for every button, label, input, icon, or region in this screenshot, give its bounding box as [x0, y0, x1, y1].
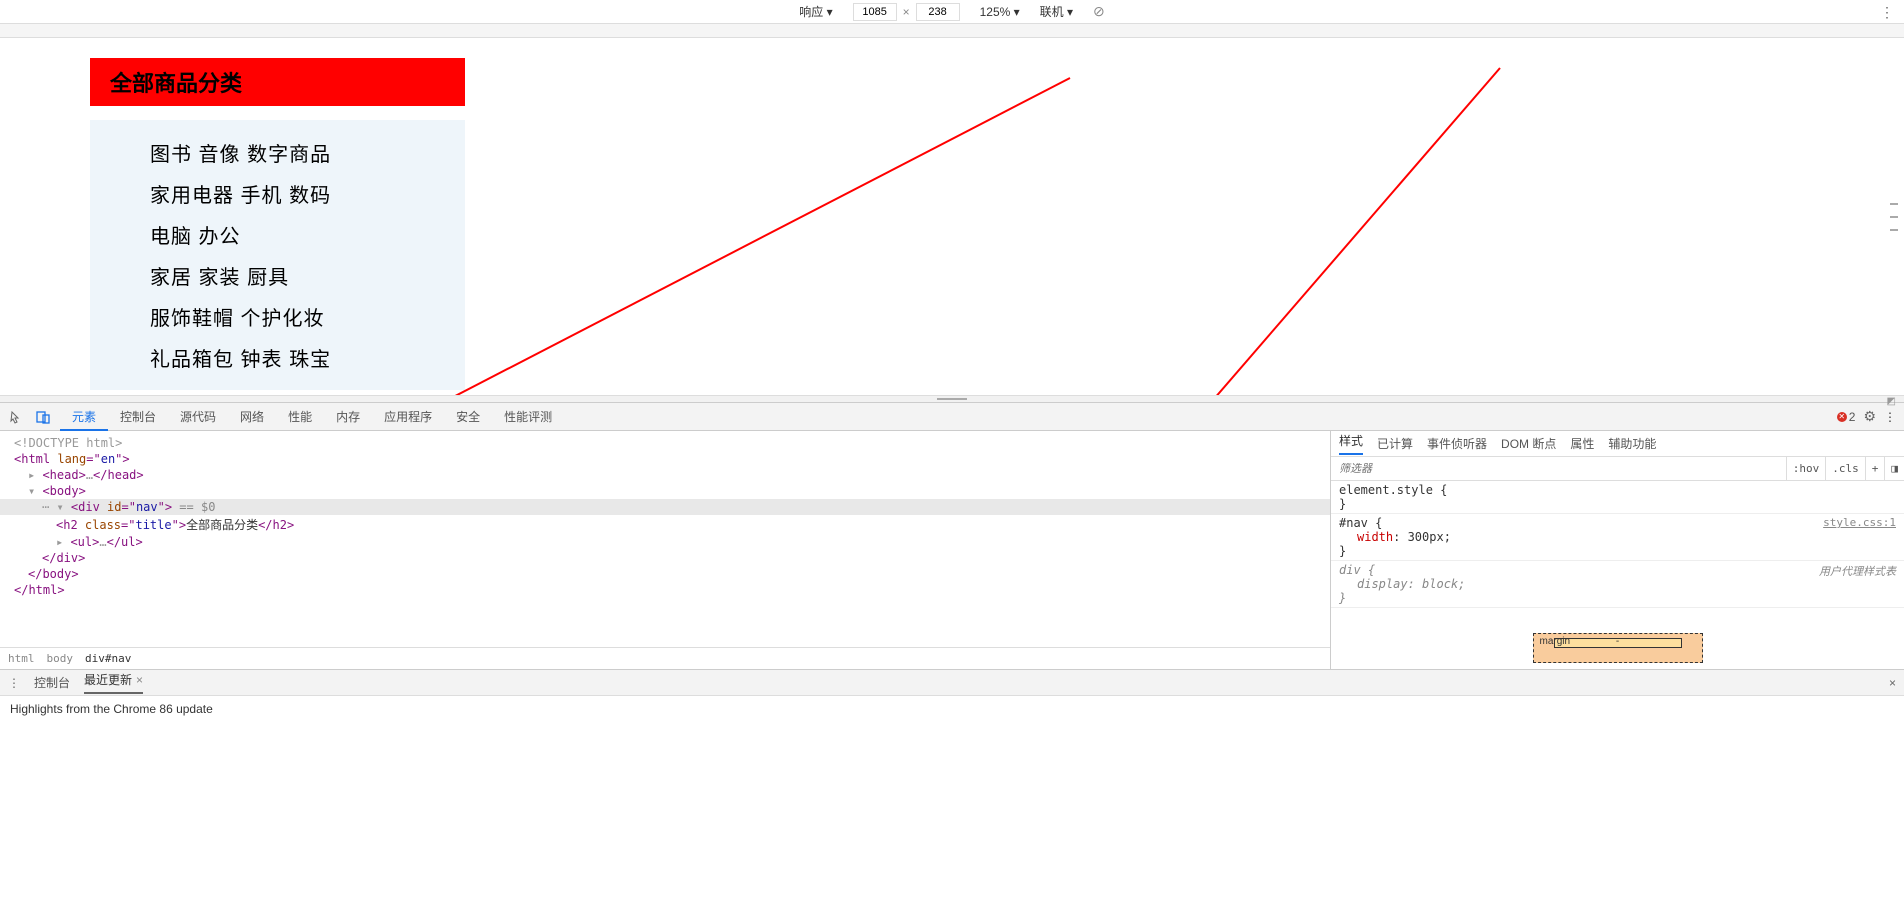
doctype-node[interactable]: <!DOCTYPE html>: [14, 436, 122, 450]
throttle-dropdown[interactable]: 联机 ▾: [1040, 3, 1073, 20]
close-drawer-icon[interactable]: ×: [1889, 676, 1896, 690]
viewport: 全部商品分类 图书 音像 数字商品 家用电器 手机 数码 电脑 办公 家居 家装…: [0, 38, 1904, 395]
stab-a11y[interactable]: 辅助功能: [1608, 435, 1656, 452]
scroll-handle[interactable]: [1890, 203, 1898, 231]
ul-node[interactable]: <ul>: [70, 535, 99, 549]
width-input[interactable]: [853, 3, 897, 21]
list-item: 礼品箱包 钟表 珠宝: [150, 337, 465, 378]
panel-resizer[interactable]: ◩: [0, 395, 1904, 403]
responsive-dropdown[interactable]: 响应 ▾: [799, 3, 832, 20]
height-input[interactable]: [916, 3, 960, 21]
drawer-tab-console[interactable]: 控制台: [34, 674, 70, 691]
stab-dombp[interactable]: DOM 断点: [1501, 435, 1556, 452]
list-item: 电脑 办公: [150, 214, 465, 255]
crumb-html[interactable]: html: [8, 652, 35, 665]
crumb-nav[interactable]: div#nav: [85, 652, 131, 665]
h2-node[interactable]: <h2 class="title">全部商品分类</h2>: [0, 515, 1330, 534]
drawer-tabbar: ⋮ 控制台 最近更新× ×: [0, 670, 1904, 696]
filter-input[interactable]: [1331, 463, 1786, 475]
device-icon[interactable]: [34, 408, 52, 426]
more-icon[interactable]: ⋮: [1880, 4, 1894, 21]
hov-toggle[interactable]: :hov: [1786, 457, 1826, 481]
drawer-menu-icon[interactable]: ⋮: [8, 676, 20, 690]
kebab-icon[interactable]: ⋮: [1884, 410, 1896, 424]
stab-styles[interactable]: 样式: [1339, 432, 1363, 455]
rotate-icon[interactable]: ⊘: [1093, 3, 1105, 20]
rule-nav[interactable]: style.css:1 #nav { width: 300px; }: [1331, 514, 1904, 561]
rule-element-style[interactable]: element.style { }: [1331, 481, 1904, 514]
list-item: 图书 音像 数字商品: [150, 132, 465, 173]
zoom-dropdown[interactable]: 125% ▾: [980, 5, 1020, 19]
ua-label: 用户代理样式表: [1819, 563, 1896, 579]
body-close-node[interactable]: </body>: [28, 567, 79, 581]
body-node[interactable]: <body>: [42, 484, 85, 498]
add-rule-icon[interactable]: +: [1865, 457, 1885, 481]
tab-performance[interactable]: 性能: [276, 403, 324, 431]
box-model: margin -: [1331, 627, 1904, 669]
tab-console[interactable]: 控制台: [108, 403, 168, 431]
styles-tabbar: 样式 已计算 事件侦听器 DOM 断点 属性 辅助功能: [1331, 431, 1904, 457]
nav-title: 全部商品分类: [90, 58, 465, 106]
html-close-node[interactable]: </html>: [14, 583, 65, 597]
drawer-tab-whatsnew[interactable]: 最近更新×: [84, 671, 143, 694]
styles-panel: 样式 已计算 事件侦听器 DOM 断点 属性 辅助功能 :hov .cls + …: [1330, 431, 1904, 669]
category-list: 图书 音像 数字商品 家用电器 手机 数码 电脑 办公 家居 家装 厨具 服饰鞋…: [90, 120, 465, 390]
cls-toggle[interactable]: .cls: [1825, 457, 1865, 481]
dock-icon[interactable]: ◩: [1887, 396, 1896, 407]
nav-close-node[interactable]: </div>: [42, 551, 85, 565]
tab-sources[interactable]: 源代码: [168, 403, 228, 431]
nav-container: 全部商品分类 图书 音像 数字商品 家用电器 手机 数码 电脑 办公 家居 家装…: [90, 58, 465, 390]
drawer-content: Highlights from the Chrome 86 update: [0, 696, 1904, 722]
head-node[interactable]: <head>: [42, 468, 85, 482]
selected-node[interactable]: ⋯ ▾ <div id="nav"> == $0: [0, 499, 1330, 515]
tab-elements[interactable]: 元素: [60, 403, 108, 431]
tab-network[interactable]: 网络: [228, 403, 276, 431]
ruler: [0, 24, 1904, 38]
console-drawer: ⋮ 控制台 最近更新× × Highlights from the Chrome…: [0, 669, 1904, 722]
html-node[interactable]: <html lang="en">: [14, 452, 130, 466]
stab-props[interactable]: 属性: [1570, 435, 1594, 452]
list-item: 服饰鞋帽 个护化妆: [150, 296, 465, 337]
device-toolbar: 响应 ▾ × 125% ▾ 联机 ▾ ⊘ ⋮: [0, 0, 1904, 24]
tab-application[interactable]: 应用程序: [372, 403, 444, 431]
list-item: 家用电器 手机 数码: [150, 173, 465, 214]
stab-listeners[interactable]: 事件侦听器: [1427, 435, 1487, 452]
styles-rules[interactable]: element.style { } style.css:1 #nav { wid…: [1331, 481, 1904, 627]
styles-filter-row: :hov .cls + ◨: [1331, 457, 1904, 481]
margin-box[interactable]: margin -: [1533, 633, 1703, 663]
stab-computed[interactable]: 已计算: [1377, 435, 1413, 452]
source-link[interactable]: style.css:1: [1823, 516, 1896, 529]
tab-memory[interactable]: 内存: [324, 403, 372, 431]
tab-security[interactable]: 安全: [444, 403, 492, 431]
elements-tree[interactable]: <!DOCTYPE html> <html lang="en"> ▸ <head…: [0, 431, 1330, 647]
rule-div-ua[interactable]: 用户代理样式表 div { display: block; }: [1331, 561, 1904, 608]
devtools-tabbar: 元素 控制台 源代码 网络 性能 内存 应用程序 安全 性能评测 ✕2 ⚙ ⋮: [0, 403, 1904, 431]
inspect-icon[interactable]: [8, 408, 26, 426]
tab-lighthouse[interactable]: 性能评测: [492, 403, 564, 431]
gear-icon[interactable]: ⚙: [1863, 408, 1876, 425]
dimension-separator: ×: [903, 5, 910, 19]
close-icon[interactable]: ×: [136, 673, 143, 687]
error-badge[interactable]: ✕2: [1837, 410, 1856, 424]
crumb-body[interactable]: body: [47, 652, 74, 665]
list-item: 家居 家装 厨具: [150, 255, 465, 296]
breadcrumb: html body div#nav: [0, 647, 1330, 669]
dock-side-icon[interactable]: ◨: [1884, 457, 1904, 481]
devtools-body: <!DOCTYPE html> <html lang="en"> ▸ <head…: [0, 431, 1904, 669]
whatsnew-message: Highlights from the Chrome 86 update: [10, 702, 213, 716]
